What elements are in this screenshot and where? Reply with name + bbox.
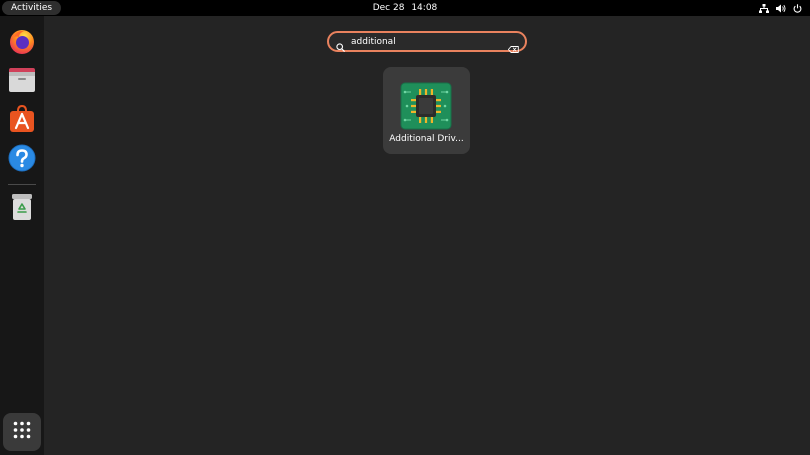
clock[interactable]: Dec 28 14:08 — [0, 0, 810, 16]
search-input[interactable] — [351, 34, 501, 49]
system-tray[interactable] — [759, 0, 802, 16]
dock-item-trash[interactable] — [6, 193, 38, 225]
dock-item-help[interactable] — [6, 144, 38, 176]
power-icon[interactable] — [793, 3, 802, 13]
top-bar: Activities Dec 28 14:08 — [0, 0, 810, 16]
show-apps-button[interactable] — [3, 413, 41, 451]
trash-icon — [10, 193, 34, 225]
network-icon[interactable] — [759, 3, 769, 13]
dock — [0, 16, 44, 455]
help-icon — [8, 144, 36, 176]
dock-item-firefox[interactable] — [6, 27, 38, 59]
clear-search-icon[interactable] — [507, 38, 519, 57]
search-icon — [336, 37, 345, 56]
clock-time: 14:08 — [411, 3, 438, 13]
clock-date: Dec 28 — [372, 3, 405, 13]
firefox-icon — [8, 27, 36, 59]
dock-separator — [8, 184, 36, 185]
search-result-additional-drivers[interactable]: Additional Driv... — [383, 67, 470, 154]
chip-icon — [400, 82, 452, 134]
dock-item-app-center[interactable] — [6, 104, 38, 137]
files-icon — [8, 67, 36, 97]
volume-icon[interactable] — [776, 4, 786, 13]
app-center-icon — [8, 104, 36, 137]
dock-item-files[interactable] — [6, 66, 38, 98]
result-label: Additional Driv... — [389, 134, 464, 144]
search-box[interactable] — [327, 31, 527, 53]
apps-grid-icon — [13, 421, 31, 443]
